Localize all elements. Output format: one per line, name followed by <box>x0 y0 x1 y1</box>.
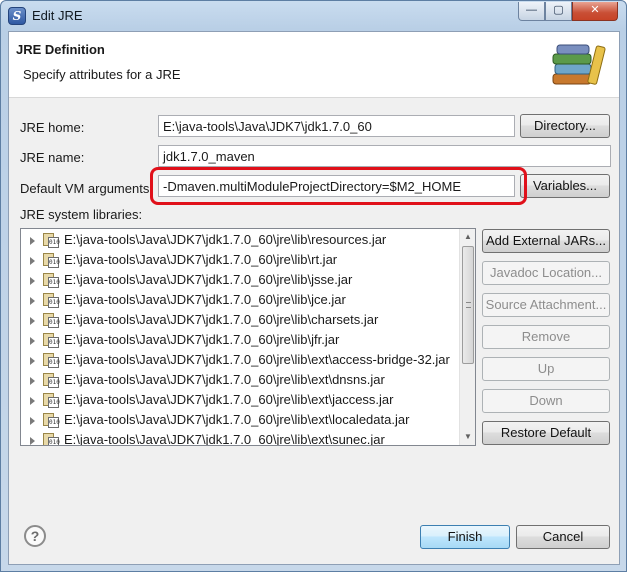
jar-file-icon: 010 <box>43 372 60 388</box>
expand-arrow-icon[interactable] <box>30 377 35 385</box>
cancel-button[interactable]: Cancel <box>516 525 610 549</box>
libraries-scrollbar[interactable]: ▲ ▼ <box>459 229 475 445</box>
up-button[interactable]: Up <box>482 357 610 381</box>
jar-file-icon: 010 <box>43 232 60 248</box>
javadoc-location-button[interactable]: Javadoc Location... <box>482 261 610 285</box>
expand-arrow-icon[interactable] <box>30 397 35 405</box>
jar-file-icon: 010 <box>43 252 60 268</box>
expand-arrow-icon[interactable] <box>30 357 35 365</box>
jre-home-field[interactable]: E:\java-tools\Java\JDK7\jdk1.7.0_60 <box>158 115 515 137</box>
library-path: E:\java-tools\Java\JDK7\jdk1.7.0_60\jre\… <box>64 252 338 267</box>
library-path: E:\java-tools\Java\JDK7\jdk1.7.0_60\jre\… <box>64 352 450 367</box>
expand-arrow-icon[interactable] <box>30 437 35 445</box>
expand-arrow-icon[interactable] <box>30 297 35 305</box>
library-path: E:\java-tools\Java\JDK7\jdk1.7.0_60\jre\… <box>64 392 394 407</box>
title-bar[interactable]: S Edit JRE — ▢ ✕ <box>1 1 626 31</box>
expand-arrow-icon[interactable] <box>30 257 35 265</box>
expand-arrow-icon[interactable] <box>30 417 35 425</box>
vm-arguments-label: Default VM arguments: <box>20 181 153 196</box>
jar-icon-binary: 010 <box>48 417 60 428</box>
jre-name-field[interactable]: jdk1.7.0_maven <box>158 145 611 167</box>
library-books-icon <box>552 44 606 85</box>
down-button[interactable]: Down <box>482 389 610 413</box>
jar-file-icon: 010 <box>43 312 60 328</box>
library-item[interactable]: 010 E:\java-tools\Java\JDK7\jdk1.7.0_60\j… <box>21 430 459 446</box>
jar-file-icon: 010 <box>43 292 60 308</box>
library-path: E:\java-tools\Java\JDK7\jdk1.7.0_60\jre\… <box>64 312 379 327</box>
library-item[interactable]: 010 E:\java-tools\Java\JDK7\jdk1.7.0_60\j… <box>21 270 459 290</box>
system-libraries-tree[interactable]: 010 E:\java-tools\Java\JDK7\jdk1.7.0_60\j… <box>20 228 476 446</box>
scroll-up-arrow-icon[interactable]: ▲ <box>460 229 475 245</box>
library-item[interactable]: 010 E:\java-tools\Java\JDK7\jdk1.7.0_60\j… <box>21 330 459 350</box>
scroll-down-arrow-icon[interactable]: ▼ <box>460 429 475 445</box>
library-item[interactable]: 010 E:\java-tools\Java\JDK7\jdk1.7.0_60\j… <box>21 410 459 430</box>
restore-default-button[interactable]: Restore Default <box>482 421 610 445</box>
jar-icon-binary: 010 <box>48 437 60 446</box>
source-attachment-button[interactable]: Source Attachment... <box>482 293 610 317</box>
library-item[interactable]: 010 E:\java-tools\Java\JDK7\jdk1.7.0_60\j… <box>21 350 459 370</box>
header-description: Specify attributes for a JRE <box>23 67 181 82</box>
jar-file-icon: 010 <box>43 392 60 408</box>
jar-file-icon: 010 <box>43 412 60 428</box>
edit-jre-window: S Edit JRE — ▢ ✕ JRE Definition Specify … <box>0 0 627 572</box>
expand-arrow-icon[interactable] <box>30 277 35 285</box>
library-path: E:\java-tools\Java\JDK7\jdk1.7.0_60\jre\… <box>64 372 385 387</box>
system-libraries-label: JRE system libraries: <box>20 207 143 222</box>
finish-button[interactable]: Finish <box>420 525 510 549</box>
vm-arguments-highlight <box>150 167 527 205</box>
library-path: E:\java-tools\Java\JDK7\jdk1.7.0_60\jre\… <box>64 432 385 446</box>
jar-icon-binary: 010 <box>48 377 60 388</box>
library-item[interactable]: 010 E:\java-tools\Java\JDK7\jdk1.7.0_60\j… <box>21 310 459 330</box>
library-path: E:\java-tools\Java\JDK7\jdk1.7.0_60\jre\… <box>64 232 387 247</box>
remove-button[interactable]: Remove <box>482 325 610 349</box>
jar-file-icon: 010 <box>43 272 60 288</box>
library-path: E:\java-tools\Java\JDK7\jdk1.7.0_60\jre\… <box>64 412 410 427</box>
jar-icon-binary: 010 <box>48 357 60 368</box>
variables-button[interactable]: Variables... <box>520 174 610 198</box>
jre-name-label: JRE name: <box>20 150 85 165</box>
library-item[interactable]: 010 E:\java-tools\Java\JDK7\jdk1.7.0_60\j… <box>21 290 459 310</box>
library-path: E:\java-tools\Java\JDK7\jdk1.7.0_60\jre\… <box>64 292 346 307</box>
jar-icon-binary: 010 <box>48 237 60 248</box>
window-title: Edit JRE <box>32 8 83 23</box>
library-item[interactable]: 010 E:\java-tools\Java\JDK7\jdk1.7.0_60\j… <box>21 230 459 250</box>
directory-button[interactable]: Directory... <box>520 114 610 138</box>
eclipse-app-icon: S <box>8 7 26 25</box>
jar-file-icon: 010 <box>43 352 60 368</box>
expand-arrow-icon[interactable] <box>30 317 35 325</box>
jre-home-label: JRE home: <box>20 120 85 135</box>
scroll-thumb[interactable] <box>462 246 474 364</box>
jar-icon-binary: 010 <box>48 257 60 268</box>
library-path: E:\java-tools\Java\JDK7\jdk1.7.0_60\jre\… <box>64 332 340 347</box>
jar-icon-binary: 010 <box>48 397 60 408</box>
jar-icon-binary: 010 <box>48 297 60 308</box>
jar-file-icon: 010 <box>43 332 60 348</box>
maximize-button[interactable]: ▢ <box>545 2 572 21</box>
minimize-button[interactable]: — <box>518 2 545 21</box>
jar-icon-binary: 010 <box>48 277 60 288</box>
header-title: JRE Definition <box>16 42 105 57</box>
expand-arrow-icon[interactable] <box>30 237 35 245</box>
expand-arrow-icon[interactable] <box>30 337 35 345</box>
scroll-grip-icon <box>466 302 471 308</box>
close-button[interactable]: ✕ <box>572 2 618 21</box>
jar-icon-binary: 010 <box>48 317 60 328</box>
library-path: E:\java-tools\Java\JDK7\jdk1.7.0_60\jre\… <box>64 272 353 287</box>
library-item[interactable]: 010 E:\java-tools\Java\JDK7\jdk1.7.0_60\j… <box>21 370 459 390</box>
add-external-jars-button[interactable]: Add External JARs... <box>482 229 610 253</box>
dialog-header: JRE Definition Specify attributes for a … <box>9 32 619 98</box>
jar-icon-binary: 010 <box>48 337 60 348</box>
dialog-client-area: JRE Definition Specify attributes for a … <box>8 31 620 565</box>
help-icon[interactable]: ? <box>24 525 46 547</box>
library-item[interactable]: 010 E:\java-tools\Java\JDK7\jdk1.7.0_60\j… <box>21 250 459 270</box>
library-item[interactable]: 010 E:\java-tools\Java\JDK7\jdk1.7.0_60\j… <box>21 390 459 410</box>
jar-file-icon: 010 <box>43 432 60 446</box>
